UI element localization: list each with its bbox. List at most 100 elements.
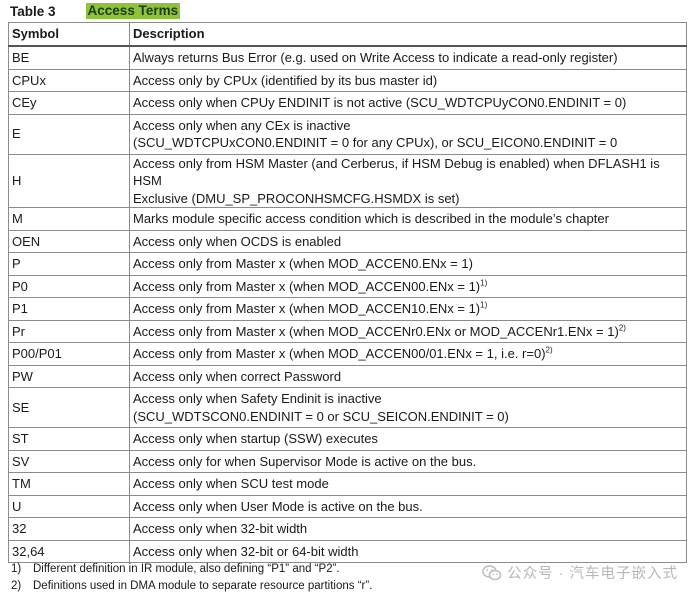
description-text: Access only when any CEx is inactive (SC… — [133, 117, 618, 151]
description-text: Access only when OCDS is enabled — [133, 233, 342, 249]
description-text: Marks module specific access condition w… — [133, 211, 609, 226]
access-terms-table: Symbol Description BE Always returns Bus … — [8, 22, 687, 563]
footnote-number: 2) — [11, 580, 22, 592]
table-title: Access Terms — [85, 3, 181, 19]
table-row: 32 Access only when 32-bit width — [8, 517, 687, 541]
footnote-reference: 2) — [545, 345, 553, 355]
symbol-cell: P00/P01 — [8, 342, 130, 366]
table-row: U Access only when User Mode is active on… — [8, 494, 687, 518]
table-row: P1 Access only from Master x (when MOD_AC… — [8, 297, 687, 321]
description-cell: Marks module specific access condition w… — [129, 207, 687, 231]
table-row: CPUx Access only by CPUx (identified by i… — [8, 68, 687, 92]
description-text: Access only when User Mode is active on … — [133, 498, 423, 514]
description-text: Access only when CPUy ENDINIT is not act… — [133, 95, 627, 110]
table-row: P0 Access only from Master x (when MOD_AC… — [8, 274, 687, 298]
description-text: Access only from HSM Master (and Cerberu… — [133, 155, 660, 206]
table-row: BE Always returns Bus Error (e.g. used on… — [8, 45, 687, 70]
table-body: BE Always returns Bus Error (e.g. used on… — [8, 45, 687, 563]
table-row: TM Access only when SCU test mode — [8, 472, 687, 496]
footnote-text: Different definition in IR module, also … — [33, 563, 340, 575]
description-cell: Access only from Master x (when MOD_ACCE… — [129, 319, 687, 343]
table-row: ST Access only when startup (SSW) execute… — [8, 427, 687, 451]
symbol-cell: 32 — [8, 517, 130, 541]
table-row: PW Access only when correct Password — [8, 364, 687, 388]
description-cell: Access only when SCU test mode — [129, 472, 687, 496]
description-cell: Access only from Master x (when MOD_ACCE… — [129, 274, 687, 298]
description-cell: Access only when correct Password — [129, 364, 687, 388]
description-cell: Access only from HSM Master (and Cerberu… — [129, 153, 687, 208]
description-cell: Access only for when Supervisor Mode is … — [129, 449, 687, 473]
symbol-cell: E — [8, 113, 130, 155]
footnotes: 1) Different definition in IR module, al… — [11, 561, 372, 595]
description-cell: Always returns Bus Error (e.g. used on W… — [129, 45, 687, 70]
description-text: Access only from Master x (when MOD_ACCE… — [133, 278, 481, 294]
watermark-text: 公众号 · 汽车电子嵌入式 — [507, 566, 678, 582]
description-cell: Access only from Master x (when MOD_ACCE… — [129, 252, 687, 276]
description-cell: Access only when any CEx is inactive (SC… — [129, 113, 687, 155]
description-text: Access only from Master x (when MOD_ACCE… — [133, 346, 546, 361]
table-row: P00/P01 Access only from Master x (when M… — [8, 342, 687, 366]
symbol-cell: U — [8, 494, 130, 518]
footnote-reference: 1) — [480, 300, 488, 310]
description-cell: Access only from Master x (when MOD_ACCE… — [129, 297, 687, 321]
footnote-number: 1) — [11, 563, 22, 575]
table-header-row: Symbol Description — [8, 22, 687, 47]
description-text: Access only from Master x (when MOD_ACCE… — [133, 256, 473, 271]
symbol-cell: OEN — [8, 229, 130, 253]
description-text: Access only from Master x (when MOD_ACCE… — [133, 323, 619, 339]
description-text: Access only from Master x (when MOD_ACCE… — [133, 301, 481, 316]
symbol-cell: 32,64 — [8, 539, 130, 563]
table-row: P Access only from Master x (when MOD_ACC… — [8, 252, 687, 276]
description-text: Access only by CPUx (identified by its b… — [133, 72, 438, 88]
footnote: 2) Definitions used in DMA module to sep… — [11, 578, 372, 595]
table-row: OEN Access only when OCDS is enabled — [8, 229, 687, 253]
table-row: Pr Access only from Master x (when MOD_AC… — [8, 319, 687, 343]
symbol-cell: TM — [8, 472, 130, 496]
table-row: CEy Access only when CPUy ENDINIT is not … — [8, 91, 687, 115]
description-text: Access only when SCU test mode — [133, 476, 329, 491]
symbol-cell: M — [8, 207, 130, 231]
wechat-icon — [482, 564, 502, 580]
footnote-reference: 2) — [618, 323, 626, 333]
column-header-description: Description — [129, 22, 687, 47]
table-row: E Access only when any CEx is inactive (S… — [8, 113, 687, 155]
description-cell: Access only from Master x (when MOD_ACCE… — [129, 342, 687, 366]
table-row: 32,64 Access only when 32-bit or 64-bit w… — [8, 539, 687, 563]
description-cell: Access only when OCDS is enabled — [129, 229, 687, 253]
footnote-text: Definitions used in DMA module to separa… — [33, 580, 373, 592]
table-row: H Access only from HSM Master (and Cerber… — [8, 153, 687, 208]
symbol-cell: P0 — [8, 274, 130, 298]
symbol-cell: P1 — [8, 297, 130, 321]
symbol-cell: CPUx — [8, 68, 130, 92]
symbol-cell: ST — [8, 427, 130, 451]
description-cell: Access only when Safety Endinit is inact… — [129, 387, 687, 428]
symbol-cell: P — [8, 252, 130, 276]
column-header-symbol: Symbol — [8, 22, 130, 47]
symbol-cell: Pr — [8, 319, 130, 343]
footnote-reference: 1) — [480, 278, 488, 288]
description-text: Access only when 32-bit width — [133, 521, 308, 536]
table-row: SE Access only when Safety Endinit is ina… — [8, 387, 687, 428]
description-cell: Access only when 32-bit or 64-bit width — [129, 539, 687, 563]
table-row: SV Access only for when Supervisor Mode i… — [8, 449, 687, 473]
symbol-cell: SV — [8, 449, 130, 473]
watermark: 公众号 · 汽车电子嵌入式 — [482, 562, 678, 583]
description-text: Always returns Bus Error (e.g. used on W… — [133, 50, 618, 65]
description-text: Access only when correct Password — [133, 368, 342, 384]
table-caption: Table 3 Access Terms — [10, 2, 181, 20]
description-cell: Access only by CPUx (identified by its b… — [129, 68, 687, 92]
description-text: Access only for when Supervisor Mode is … — [133, 453, 477, 469]
description-cell: Access only when startup (SSW) executes — [129, 427, 687, 451]
table-row: M Marks module specific access condition … — [8, 207, 687, 231]
symbol-cell: CEy — [8, 91, 130, 115]
description-cell: Access only when CPUy ENDINIT is not act… — [129, 91, 687, 115]
description-cell: Access only when 32-bit width — [129, 517, 687, 541]
description-text: Access only when startup (SSW) executes — [133, 431, 378, 446]
table-number: Table 3 — [10, 3, 56, 19]
footnote: 1) Different definition in IR module, al… — [11, 561, 372, 578]
description-text: Access only when Safety Endinit is inact… — [133, 391, 509, 424]
description-cell: Access only when User Mode is active on … — [129, 494, 687, 518]
symbol-cell: H — [8, 153, 130, 208]
description-text: Access only when 32-bit or 64-bit width — [133, 543, 359, 559]
symbol-cell: BE — [8, 45, 130, 70]
